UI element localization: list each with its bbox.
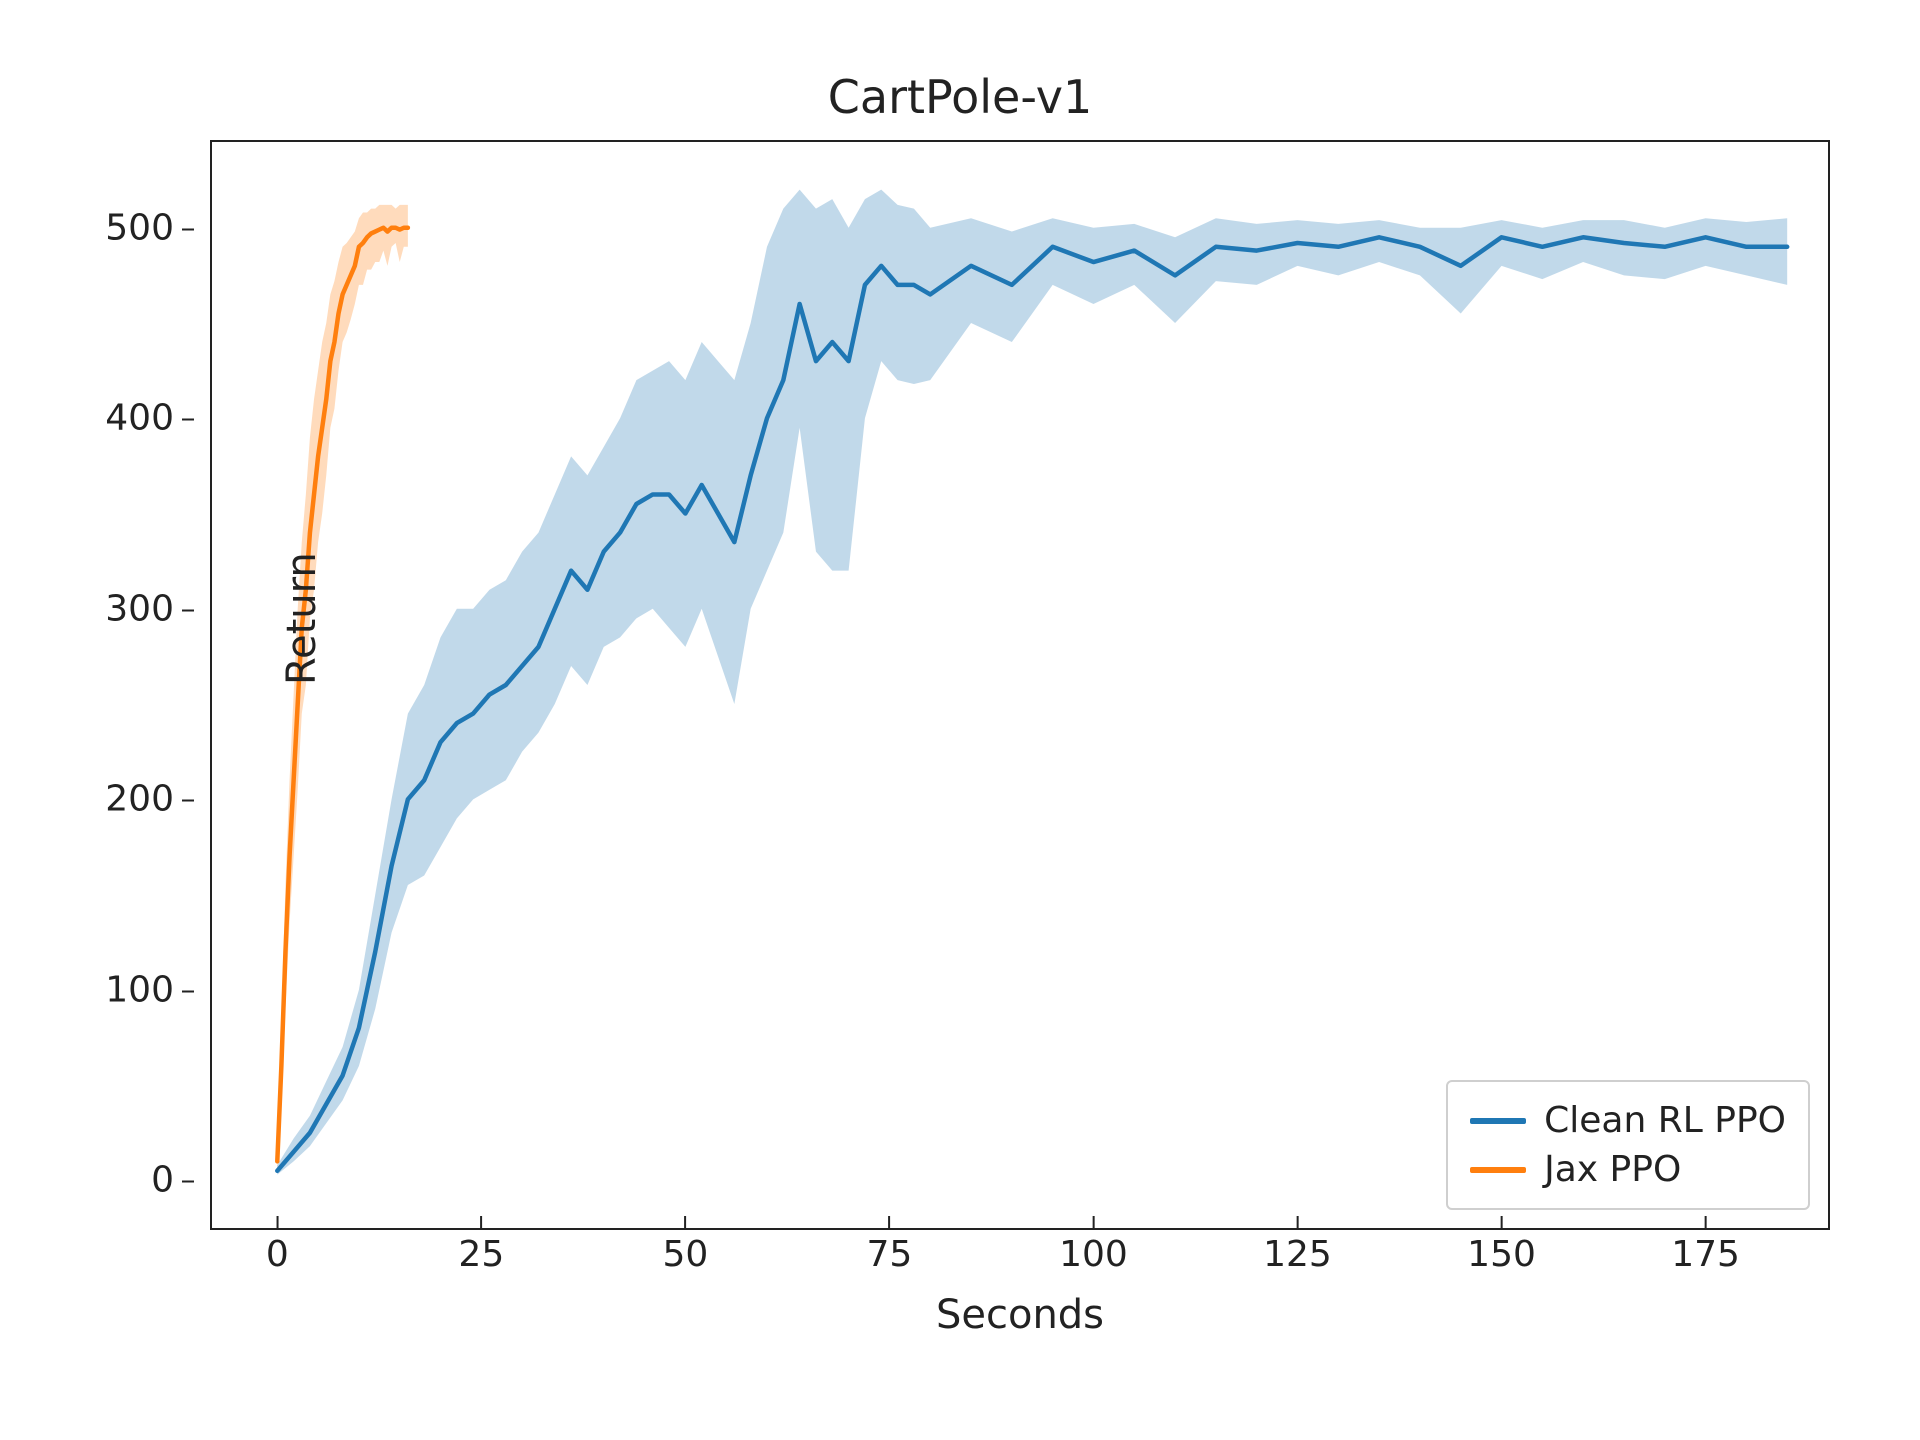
y-tick: 100 (105, 969, 194, 1010)
y-tick: 500 (105, 207, 194, 248)
chart-title: CartPole-v1 (0, 70, 1920, 124)
legend-label: Clean RL PPO (1544, 1100, 1786, 1141)
x-tick: 125 (1263, 1228, 1332, 1275)
legend-item-jax-ppo: Jax PPO (1470, 1145, 1786, 1194)
y-tick: 200 (105, 779, 194, 820)
x-tick: 50 (662, 1228, 708, 1275)
legend: Clean RL PPO Jax PPO (1446, 1080, 1810, 1210)
y-tick: 400 (105, 398, 194, 439)
x-tick: 100 (1059, 1228, 1128, 1275)
legend-swatch (1470, 1118, 1526, 1124)
x-axis-label: Seconds (936, 1292, 1104, 1338)
y-axis-label: Return (279, 552, 325, 685)
y-tick: 300 (105, 588, 194, 629)
x-tick: 0 (266, 1228, 289, 1275)
x-tick: 25 (458, 1228, 504, 1275)
legend-item-clean-rl-ppo: Clean RL PPO (1470, 1096, 1786, 1145)
x-tick: 75 (867, 1228, 913, 1275)
legend-label: Jax PPO (1544, 1149, 1681, 1190)
y-tick: 0 (151, 1160, 194, 1201)
chart-figure: CartPole-v1 0100200300400500 02550751001… (0, 0, 1920, 1440)
x-axis-ticks: 0 25 50 75 100 125 150 175 (212, 1228, 1828, 1278)
x-tick: 175 (1671, 1228, 1740, 1275)
plot-area: 0100200300400500 0255075100125150175 Ret… (210, 140, 1830, 1230)
plot-svg (212, 142, 1828, 1228)
legend-swatch (1470, 1167, 1526, 1173)
x-tick: 150 (1467, 1228, 1536, 1275)
